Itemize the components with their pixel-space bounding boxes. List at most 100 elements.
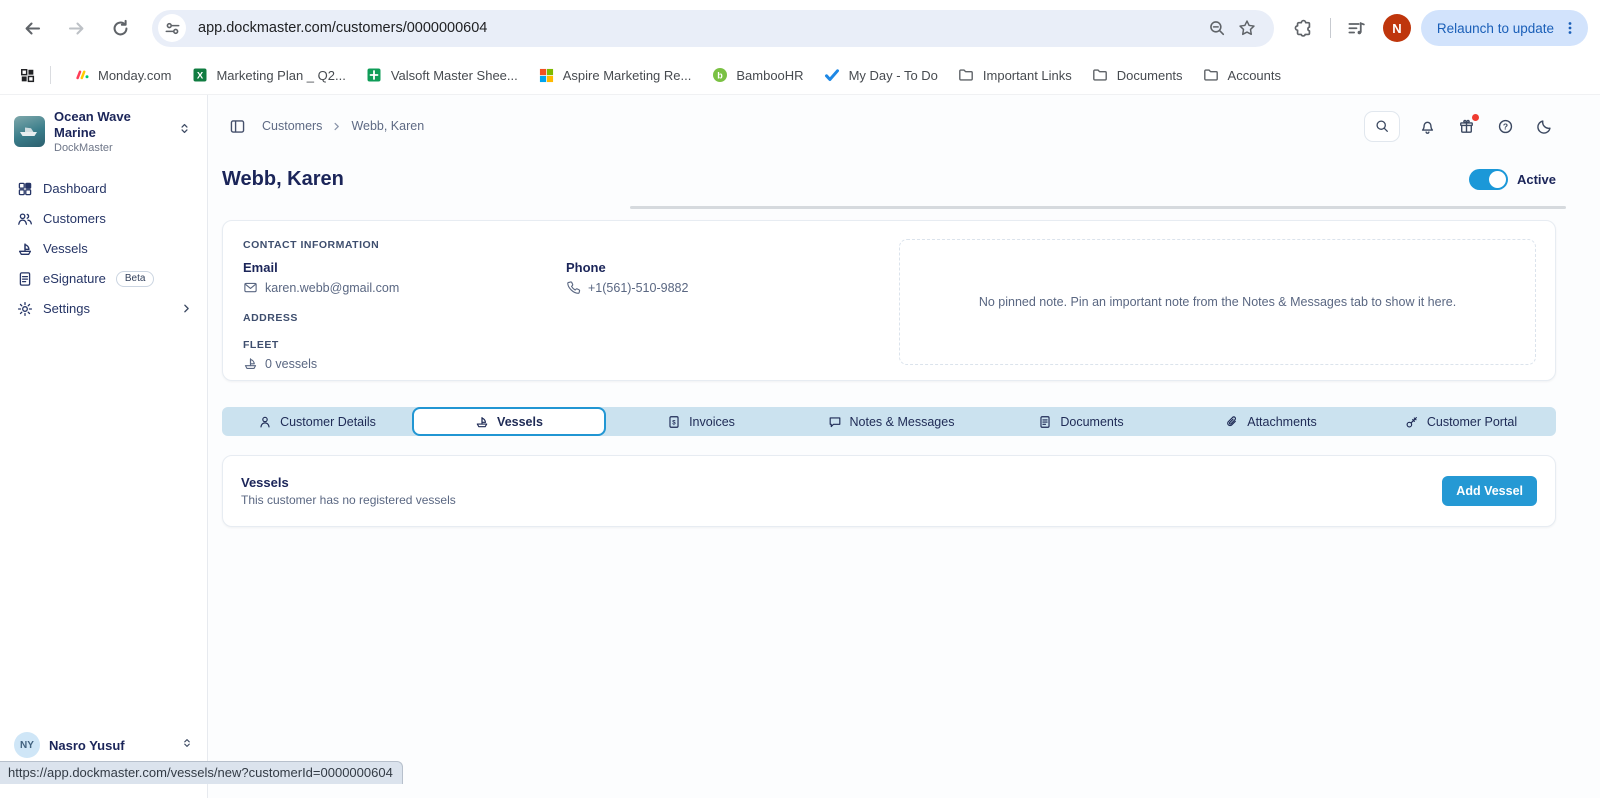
- tab-customer-portal[interactable]: Customer Portal: [1366, 407, 1556, 436]
- phone-icon: [566, 280, 581, 295]
- active-toggle[interactable]: [1469, 169, 1508, 190]
- tab-documents[interactable]: Documents: [986, 407, 1176, 436]
- org-switcher[interactable]: Ocean Wave Marine DockMaster: [0, 95, 207, 166]
- notifications-button[interactable]: [1415, 114, 1439, 138]
- sidebar-item-dashboard[interactable]: Dashboard: [0, 174, 207, 204]
- relaunch-to-update-button[interactable]: Relaunch to update: [1421, 10, 1588, 46]
- phone-block: Phone +1(561)-510-9882: [566, 260, 688, 295]
- customers-people-icon: [17, 211, 33, 227]
- sidebar-item-esignature[interactable]: eSignature Beta: [0, 264, 207, 294]
- search-button[interactable]: [1364, 111, 1400, 142]
- chevron-right-icon: [180, 302, 193, 315]
- sidebar-item-label: Customers: [43, 211, 106, 226]
- tab-label: Documents: [1060, 415, 1123, 429]
- page-title: Webb, Karen: [222, 168, 344, 191]
- browser-profile-avatar[interactable]: N: [1383, 14, 1411, 42]
- zoom-out-icon[interactable]: [1202, 13, 1232, 43]
- tab-vessels[interactable]: Vessels: [412, 407, 606, 436]
- sidebar-item-customers[interactable]: Customers: [0, 204, 207, 234]
- vessels-panel-title: Vessels: [241, 475, 456, 490]
- bookmark-aspire-marketing[interactable]: Aspire Marketing Re...: [528, 62, 702, 89]
- folder-icon: [1092, 67, 1109, 84]
- add-vessel-button[interactable]: Add Vessel: [1442, 476, 1537, 506]
- toolbar-right: N Relaunch to update: [1288, 10, 1588, 46]
- toolbar-separator: [1330, 18, 1331, 38]
- sidebar-collapse-icon[interactable]: [222, 111, 252, 141]
- tab-label: Notes & Messages: [850, 415, 955, 429]
- bookmark-marketing-plan[interactable]: X Marketing Plan _ Q2...: [181, 62, 355, 89]
- bookmark-label: My Day - To Do: [849, 68, 938, 83]
- bookmark-monday[interactable]: Monday.com: [63, 62, 181, 89]
- bookmark-label: BambooHR: [736, 68, 803, 83]
- bookmark-star-icon[interactable]: [1232, 13, 1262, 43]
- dark-mode-button[interactable]: [1532, 114, 1556, 138]
- check-icon: [824, 67, 841, 84]
- bookmark-bamboohr[interactable]: b BambooHR: [701, 62, 813, 89]
- breadcrumb-customers[interactable]: Customers: [262, 119, 322, 133]
- moon-icon: [1536, 118, 1553, 135]
- pinned-note-placeholder: No pinned note. Pin an important note fr…: [899, 239, 1536, 365]
- bookmark-my-day[interactable]: My Day - To Do: [814, 62, 948, 89]
- reload-button[interactable]: [103, 11, 137, 45]
- help-icon: ?: [1497, 118, 1514, 135]
- bookmark-accounts[interactable]: Accounts: [1193, 62, 1291, 89]
- back-button[interactable]: [15, 11, 49, 45]
- media-controls-icon[interactable]: [1341, 12, 1373, 44]
- help-button[interactable]: ?: [1493, 114, 1517, 138]
- extensions-icon[interactable]: [1288, 12, 1320, 44]
- tab-customer-details[interactable]: Customer Details: [222, 407, 412, 436]
- active-toggle-wrap: Active: [1469, 169, 1556, 190]
- whats-new-button[interactable]: [1454, 114, 1478, 138]
- address-bar[interactable]: app.dockmaster.com/customers/0000000604: [152, 10, 1274, 47]
- beta-badge: Beta: [116, 271, 155, 287]
- tab-label: Invoices: [689, 415, 735, 429]
- tab-notes-messages[interactable]: Notes & Messages: [796, 407, 986, 436]
- bookmark-valsoft-sheet[interactable]: Valsoft Master Shee...: [356, 62, 528, 89]
- bookmark-label: Accounts: [1228, 68, 1281, 83]
- key-icon: [1405, 415, 1419, 429]
- tab-attachments[interactable]: Attachments: [1176, 407, 1366, 436]
- browser-menu-icon[interactable]: [1558, 16, 1582, 40]
- microsoft-icon: [538, 67, 555, 84]
- email-label: Email: [243, 260, 566, 275]
- email-value[interactable]: karen.webb@gmail.com: [265, 281, 399, 295]
- paperclip-icon: [1225, 415, 1239, 429]
- user-menu[interactable]: NY Nasro Yusuf: [0, 726, 207, 764]
- bookmark-label: Valsoft Master Shee...: [391, 68, 518, 83]
- bookmarks-separator: [50, 66, 51, 84]
- toggle-knob: [1489, 171, 1506, 188]
- sidebar-item-label: Dashboard: [43, 181, 107, 196]
- sidebar-nav: Dashboard Customers Vessels eSignature B…: [0, 174, 207, 324]
- relaunch-label: Relaunch to update: [1437, 21, 1554, 36]
- svg-text:X: X: [197, 71, 204, 82]
- horizontal-scrollbar[interactable]: [630, 206, 1566, 209]
- sidebar-item-settings[interactable]: Settings: [0, 294, 207, 324]
- phone-value[interactable]: +1(561)-510-9882: [588, 281, 688, 295]
- vessel-boat-icon: [17, 241, 33, 257]
- apps-grid-icon[interactable]: [14, 62, 40, 88]
- sidebar-item-label: eSignature: [43, 271, 106, 286]
- phone-label: Phone: [566, 260, 688, 275]
- breadcrumb-chevron-icon: [331, 121, 342, 132]
- tab-invoices[interactable]: $ Invoices: [606, 407, 796, 436]
- site-settings-icon[interactable]: [158, 14, 186, 42]
- vessels-panel: Vessels This customer has no registered …: [222, 455, 1556, 527]
- sidebar-item-vessels[interactable]: Vessels: [0, 234, 207, 264]
- sidebar-item-label: Vessels: [43, 241, 88, 256]
- dockmaster-app: Ocean Wave Marine DockMaster Dashboard C…: [0, 95, 1600, 798]
- folder-icon: [958, 67, 975, 84]
- org-logo: [14, 116, 45, 147]
- bookmark-documents[interactable]: Documents: [1082, 62, 1193, 89]
- bookmark-label: Aspire Marketing Re...: [563, 68, 692, 83]
- vessel-boat-icon: [475, 415, 489, 429]
- bamboohr-icon: b: [711, 67, 728, 84]
- bookmark-label: Marketing Plan _ Q2...: [216, 68, 345, 83]
- envelope-icon: [243, 280, 258, 295]
- tab-label: Attachments: [1247, 415, 1316, 429]
- monday-icon: [73, 67, 90, 84]
- svg-text:$: $: [672, 419, 676, 426]
- org-name: Ocean Wave Marine: [54, 109, 169, 142]
- url-text[interactable]: app.dockmaster.com/customers/0000000604: [198, 20, 1202, 36]
- bookmark-important-links[interactable]: Important Links: [948, 62, 1082, 89]
- folder-icon: [1203, 67, 1220, 84]
